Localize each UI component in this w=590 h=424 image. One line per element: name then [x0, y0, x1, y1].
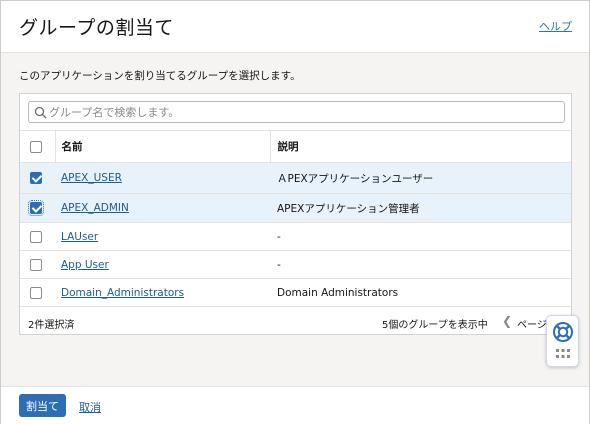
lifebuoy-icon [553, 322, 573, 342]
column-header-name[interactable]: 名前 [54, 130, 270, 163]
selected-count: 2件選択済 [28, 320, 75, 331]
dialog-actions: 割当て 取消 [1, 386, 589, 424]
row-checkbox[interactable] [30, 230, 42, 243]
table-row[interactable]: APEX_ADMIN APEXアプリケーション管理者 [20, 193, 571, 223]
groups-table: 名前 説明 APEX_USER ＡPEXアプリケーションユーザー APEX_AD… [20, 130, 571, 307]
group-name-link[interactable]: App User [61, 259, 109, 271]
group-name-link[interactable]: Domain_Administrators [61, 287, 184, 299]
row-checkbox[interactable] [30, 286, 42, 299]
table-row[interactable]: LAUser - [20, 222, 571, 251]
group-description: Domain Administrators [270, 278, 571, 307]
help-widget[interactable] [546, 315, 579, 367]
chevron-left-icon[interactable]: ❮ [502, 314, 512, 328]
group-description: ＡPEXアプリケーションユーザー [270, 162, 571, 194]
table-row[interactable]: APEX_USER ＡPEXアプリケーションユーザー [20, 162, 571, 194]
table-row[interactable]: App User - [20, 250, 571, 279]
grid-icon [556, 349, 570, 358]
group-table-panel: 名前 説明 APEX_USER ＡPEXアプリケーションユーザー APEX_AD… [19, 93, 572, 335]
cancel-link[interactable]: 取消 [79, 399, 101, 415]
group-description: - [270, 222, 571, 251]
dialog-header: グループの割当て ヘルプ [1, 1, 589, 53]
help-link[interactable]: ヘルプ [539, 18, 572, 34]
table-header-row: 名前 説明 [20, 130, 571, 163]
description-text: このアプリケーションを割り当てるグループを選択します。 [19, 70, 301, 82]
table-row[interactable]: Domain_Administrators Domain Administrat… [20, 278, 571, 307]
dialog-body: このアプリケーションを割り当てるグループを選択します。 名前 説明 [1, 53, 589, 386]
dialog-title: グループの割当て [19, 17, 174, 39]
page-label: ページ [517, 320, 547, 331]
search-icon [34, 106, 47, 119]
group-description: - [270, 250, 571, 279]
showing-count: 5個のグループを表示中 [382, 320, 488, 331]
search-box[interactable] [28, 101, 565, 123]
assign-button[interactable]: 割当て [19, 394, 66, 417]
select-all-checkbox[interactable] [30, 140, 42, 153]
group-name-link[interactable]: APEX_USER [61, 172, 122, 184]
column-header-description[interactable]: 説明 [269, 130, 571, 163]
row-checkbox[interactable] [28, 200, 44, 216]
search-input[interactable] [49, 102, 559, 122]
group-description: APEXアプリケーション管理者 [270, 193, 571, 223]
select-all-cell [20, 130, 55, 163]
assign-groups-dialog: グループの割当て ヘルプ このアプリケーションを割り当てるグループを選択します。 [0, 0, 590, 424]
table-footer: 2件選択済 5個のグループを表示中 ❮ ページ [20, 308, 571, 335]
group-name-link[interactable]: APEX_ADMIN [61, 202, 129, 214]
row-checkbox[interactable] [30, 172, 42, 184]
group-name-link[interactable]: LAUser [61, 231, 98, 243]
row-checkbox[interactable] [30, 258, 42, 271]
